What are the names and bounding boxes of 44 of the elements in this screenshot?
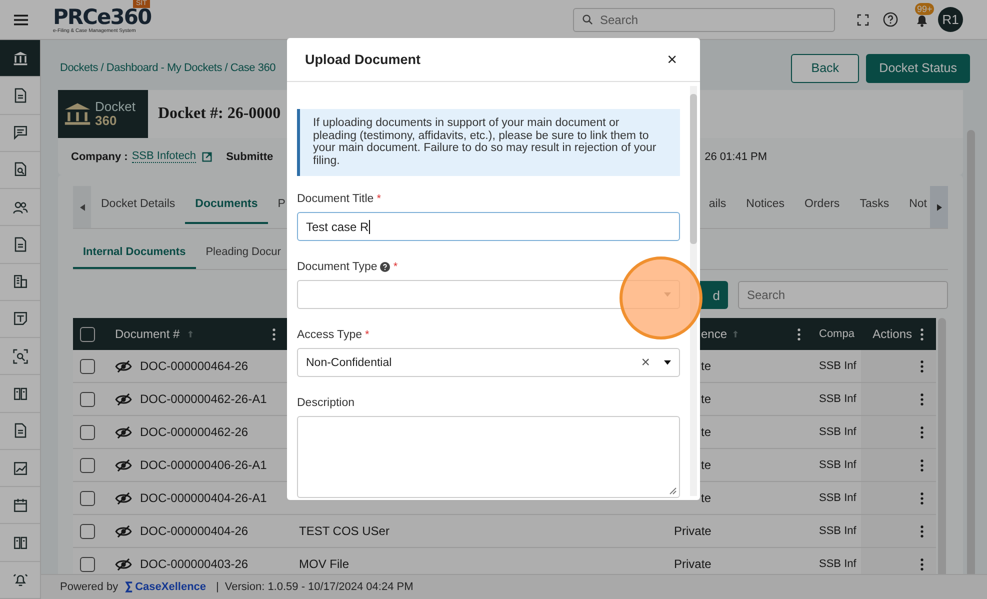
required-mark: * bbox=[393, 261, 398, 273]
table-cell: SSB Inf bbox=[819, 393, 856, 405]
table-cell: DOC-000000404-26 bbox=[140, 524, 248, 538]
badge-title: Docket bbox=[95, 100, 136, 114]
separator: | bbox=[216, 581, 219, 593]
required-mark: * bbox=[376, 193, 381, 205]
table-cell: te bbox=[701, 425, 712, 439]
logo-text: PRCe360 bbox=[53, 6, 152, 28]
notification-count: 99+ bbox=[915, 2, 934, 14]
table-cell: te bbox=[701, 491, 712, 505]
table-cell: DOC-000000462-26-A1 bbox=[140, 392, 267, 406]
table-cell: SSB Inf bbox=[819, 459, 856, 471]
company-label: Company : bbox=[71, 150, 128, 162]
brand-name: CaseXellence bbox=[135, 581, 206, 593]
field-label: Access Type bbox=[297, 329, 362, 341]
table-cell: TEST COS USer bbox=[299, 524, 390, 538]
info-notice: If uploading documents in support of your main document or pleading (testimony, affidavits, etc.), please be sure to link them to your main document. Failure to do so may result in rejection of your filing. bbox=[297, 109, 680, 176]
field-label: Document Type bbox=[297, 261, 378, 273]
submitted-label: Submitte bbox=[226, 150, 274, 162]
table-cell: DOC-000000406-26-A1 bbox=[140, 458, 267, 472]
docket-title: Docket #: 26-0000 bbox=[158, 105, 281, 123]
table-cell: SSB Inf bbox=[819, 426, 856, 438]
table-cell: SSB Inf bbox=[819, 558, 856, 570]
table-cell: te bbox=[701, 458, 712, 472]
badge-number: 360 bbox=[95, 114, 118, 128]
table-cell: te bbox=[701, 392, 712, 406]
table-cell: SSB Inf bbox=[819, 492, 856, 504]
dialog-title: Upload Document bbox=[305, 52, 421, 67]
table-cell: te bbox=[701, 359, 712, 373]
table-cell: DOC-000000464-26 bbox=[140, 359, 248, 373]
table-cell: DOC-000000403-26 bbox=[140, 557, 248, 571]
submitted-value: 26 01:41 PM bbox=[704, 150, 767, 162]
table-cell: DOC-000000404-26-A1 bbox=[140, 491, 267, 505]
table-cell: SSB Inf bbox=[819, 360, 856, 372]
required-mark: * bbox=[365, 329, 370, 341]
field-label: Document Title bbox=[297, 193, 374, 205]
field-label: Description bbox=[297, 397, 355, 409]
table-cell: Private bbox=[674, 557, 712, 571]
table-cell: MOV File bbox=[299, 557, 350, 571]
version-text: Version: 1.0.59 - 10/17/2024 04:24 PM bbox=[224, 581, 414, 593]
table-cell: SSB Inf bbox=[819, 525, 856, 537]
powered-by-text: Powered by bbox=[60, 581, 118, 593]
table-cell: Private bbox=[674, 524, 712, 538]
table-cell: DOC-000000462-26 bbox=[140, 425, 248, 439]
